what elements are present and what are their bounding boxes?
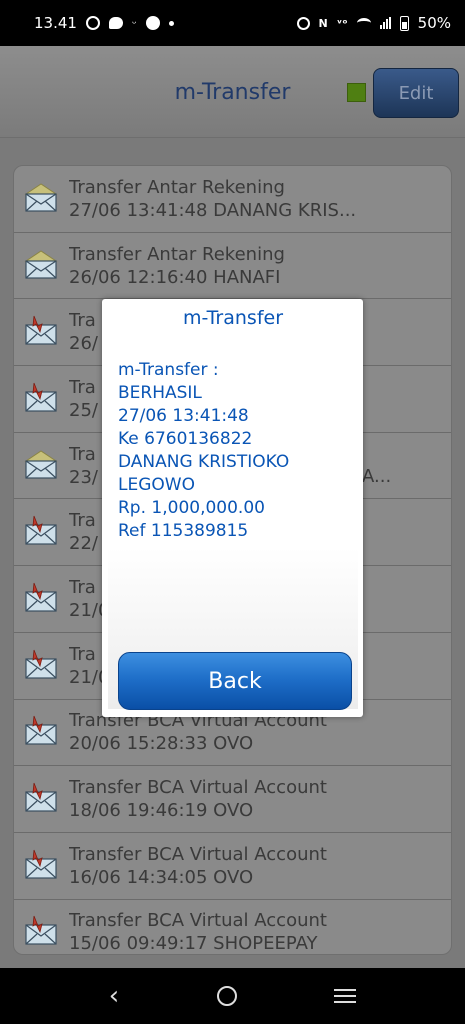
list-item[interactable]: Transfer BCA Virtual Account 15/06 09:49:… bbox=[14, 900, 451, 955]
list-item-title: Tra bbox=[69, 510, 96, 532]
list-item[interactable]: Transfer Antar Rekening 27/06 13:41:48 DA… bbox=[14, 166, 451, 233]
edit-button[interactable]: Edit bbox=[373, 68, 459, 118]
list-item-subtitle: 26/06 12:16:40 HANAFI bbox=[69, 266, 281, 288]
chat-icon bbox=[108, 17, 123, 29]
list-item-subtitle: 15/06 09:49:17 SHOPEEPAY bbox=[69, 933, 318, 955]
app-header: m-Transfer Edit bbox=[0, 46, 465, 138]
list-item-subtitle: 25/ bbox=[69, 399, 98, 421]
list-item-title: Tra bbox=[69, 376, 96, 398]
status-bar: 13.41 ᵕ N ᵛᵒ 50% bbox=[0, 0, 465, 46]
envelope-alert-icon bbox=[24, 582, 58, 612]
message-line: m-Transfer : bbox=[118, 360, 219, 380]
dialog-message: m-Transfer : BERHASIL 27/06 13:41:48 Ke … bbox=[118, 359, 350, 543]
nav-back-icon[interactable]: ‹ bbox=[109, 981, 119, 1011]
message-line: DANANG KRISTIOKO bbox=[118, 452, 290, 472]
list-item-subtitle: 16/06 14:34:05 OVO bbox=[69, 866, 254, 888]
envelope-open-icon bbox=[24, 449, 58, 479]
system-nav-bar: ‹ bbox=[0, 968, 465, 1024]
clock: 13.41 bbox=[34, 14, 77, 32]
whatsapp-icon bbox=[85, 16, 100, 30]
signal-icon bbox=[379, 17, 391, 29]
list-item[interactable]: Transfer BCA Virtual Account 16/06 14:34:… bbox=[14, 833, 451, 900]
more-notifications-icon bbox=[168, 20, 174, 26]
list-item-subtitle: 20/06 15:28:33 OVO bbox=[69, 733, 254, 755]
list-item-subtitle: 26/ bbox=[69, 333, 98, 355]
list-item-text: Transfer Antar Rekening 26/06 12:16:40 HA… bbox=[69, 243, 285, 289]
swirl-icon: ᵕ bbox=[131, 16, 137, 30]
list-item[interactable]: Transfer BCA Virtual Account 18/06 19:46:… bbox=[14, 766, 451, 833]
list-item-subtitle: 22/ bbox=[69, 533, 98, 555]
list-item-text: Tra 22/ bbox=[69, 509, 98, 555]
alarm-icon bbox=[296, 16, 310, 30]
list-item-subtitle: 23/ bbox=[69, 466, 98, 488]
message-line: BERHASIL bbox=[118, 383, 202, 403]
list-item-text: Tra 26/ bbox=[69, 309, 98, 355]
message-line: 27/06 13:41:48 bbox=[118, 406, 249, 426]
list-item-text: Transfer BCA Virtual Account 18/06 19:46:… bbox=[69, 776, 327, 822]
status-indicator bbox=[347, 83, 366, 102]
list-item-subtitle: 27/06 13:41:48 DANANG KRIS... bbox=[69, 199, 357, 221]
envelope-open-icon bbox=[24, 183, 58, 212]
navigation-icon bbox=[145, 16, 160, 30]
envelope-alert-icon bbox=[24, 516, 58, 545]
list-item-subtitle: 18/06 19:46:19 OVO bbox=[69, 800, 254, 822]
list-item[interactable]: Transfer Antar Rekening 26/06 12:16:40 HA… bbox=[14, 233, 451, 300]
envelope-alert-icon bbox=[24, 849, 58, 879]
nav-home-icon[interactable] bbox=[216, 986, 237, 1006]
envelope-alert-icon bbox=[24, 782, 58, 812]
nav-recents-icon[interactable] bbox=[334, 989, 357, 1003]
envelope-alert-icon bbox=[24, 649, 58, 679]
envelope-alert-icon bbox=[24, 716, 58, 745]
battery-percent: 50% bbox=[417, 14, 451, 32]
envelope-open-icon bbox=[24, 249, 58, 279]
status-left: 13.41 ᵕ bbox=[34, 14, 174, 32]
list-item-title: Transfer Antar Rekening bbox=[69, 176, 285, 198]
wifi-icon bbox=[356, 18, 371, 28]
list-item-text: Tra 23/ bbox=[69, 443, 98, 489]
list-item-title: Transfer Antar Rekening bbox=[69, 243, 285, 265]
battery-icon bbox=[399, 15, 409, 31]
message-line: Rp. 1,000,000.00 bbox=[118, 498, 265, 518]
dialog-title: m-Transfer bbox=[182, 307, 284, 329]
message-line: Ref 115389815 bbox=[118, 521, 249, 541]
list-item-title: Transfer BCA Virtual Account bbox=[69, 910, 327, 932]
nfc-icon: N bbox=[318, 16, 328, 30]
message-line: Ke 6760136822 bbox=[118, 429, 253, 449]
list-item-text: Transfer BCA Virtual Account 16/06 14:34:… bbox=[69, 843, 327, 889]
dialog-panel: m-Transfer m-Transfer : BERHASIL 27/06 1… bbox=[108, 307, 358, 710]
list-item-text: Transfer Antar Rekening 27/06 13:41:48 DA… bbox=[69, 176, 356, 222]
list-item-title: Tra bbox=[69, 443, 96, 465]
message-line: LEGOWO bbox=[118, 475, 195, 495]
status-right: N ᵛᵒ 50% bbox=[296, 14, 451, 32]
back-button[interactable]: Back bbox=[118, 652, 352, 710]
list-item-title: Tra bbox=[69, 310, 96, 332]
envelope-alert-icon bbox=[24, 316, 58, 345]
list-item-text: Transfer BCA Virtual Account 15/06 09:49:… bbox=[69, 909, 327, 955]
list-item-title: Transfer BCA Virtual Account bbox=[69, 843, 327, 865]
result-dialog: m-Transfer m-Transfer : BERHASIL 27/06 1… bbox=[102, 299, 363, 717]
envelope-alert-icon bbox=[24, 382, 58, 412]
list-item-text: Tra 25/ bbox=[69, 376, 98, 422]
volte-icon: ᵛᵒ bbox=[336, 16, 348, 30]
envelope-alert-icon bbox=[24, 916, 58, 946]
list-item-partial-text: A... bbox=[362, 466, 392, 488]
list-item-title: Transfer BCA Virtual Account bbox=[69, 777, 327, 799]
